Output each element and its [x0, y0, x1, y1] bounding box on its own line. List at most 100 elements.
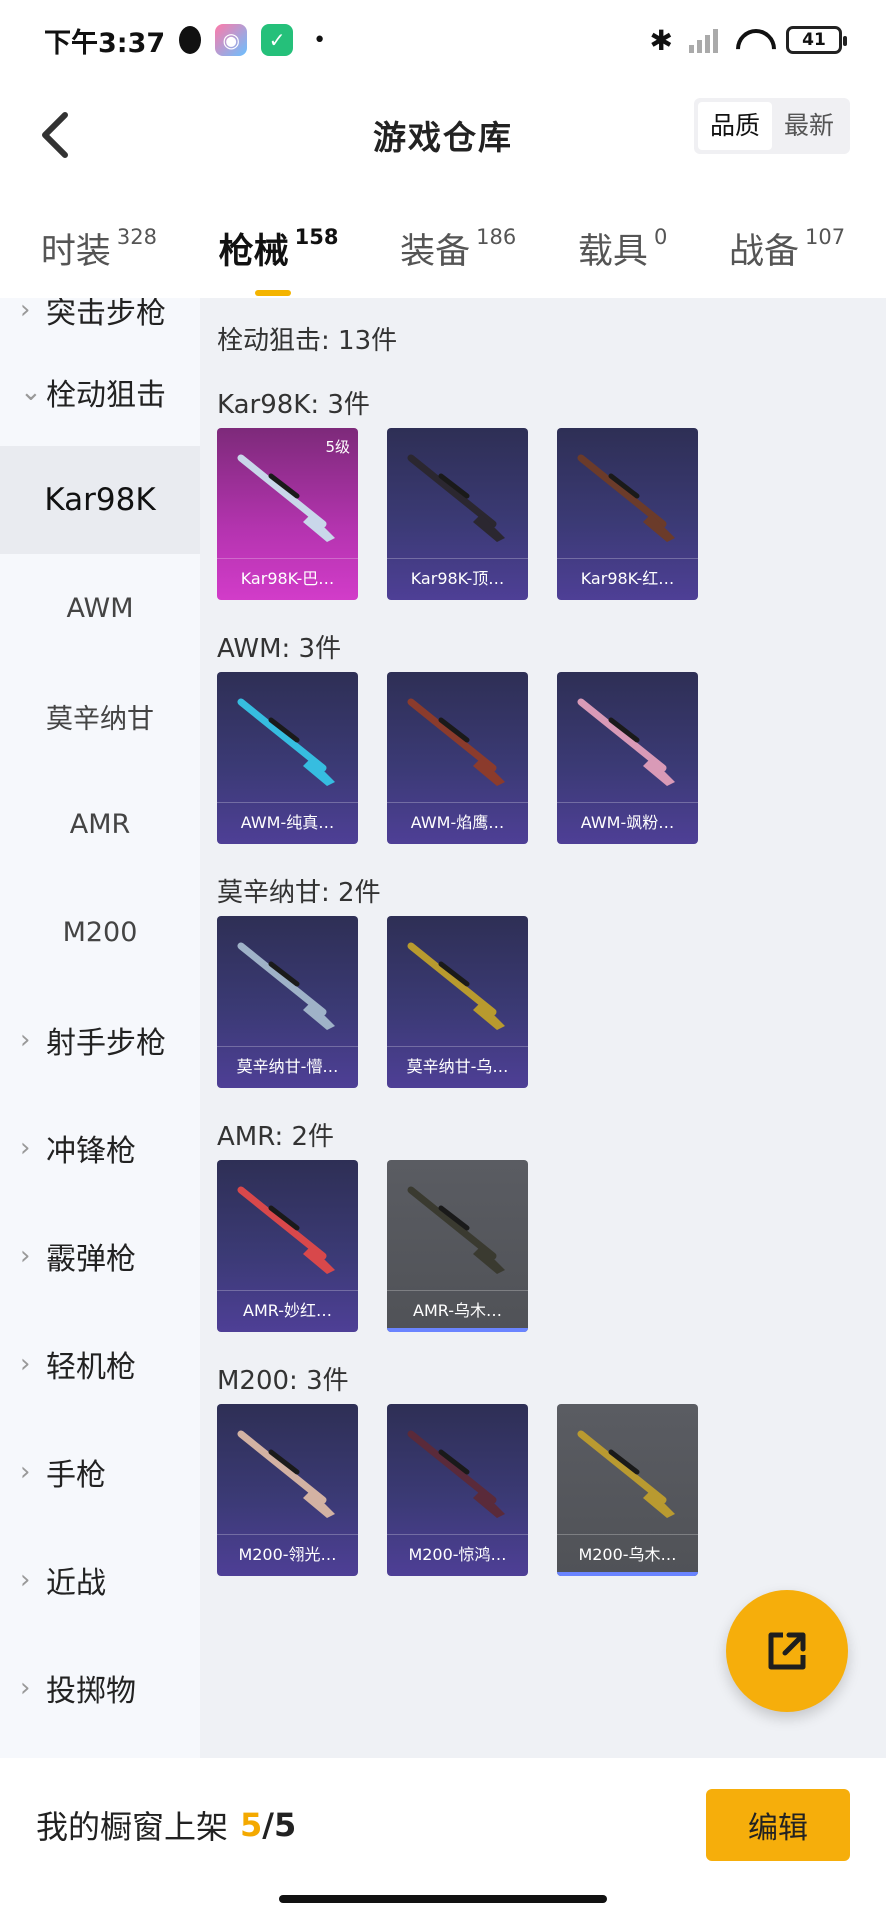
item-card[interactable]: AWM-焰鹰… [387, 672, 528, 844]
item-grid: AWM-纯真… AWM-焰鹰… AWM-飒粉… [217, 672, 886, 844]
item-grid: 5级 Kar98K-巴… Kar98K-顶… Kar98K-红… [217, 428, 886, 600]
tab-count: 186 [476, 224, 517, 249]
sidebar-subitem-mosin[interactable]: 莫辛纳甘 [0, 662, 200, 770]
sidebar-item-label: 轻机枪 [46, 1350, 136, 1385]
quality-bar [387, 1328, 528, 1332]
item-card[interactable]: AMR-妙红… [217, 1160, 358, 1332]
item-card[interactable]: M200-翎光… [217, 1404, 358, 1576]
item-grid-area[interactable]: 栓动狙击: 13件 Kar98K: 3件 5级 Kar98K-巴… Kar98K-顶…… [200, 298, 886, 1758]
tab-label: 装备 [400, 231, 471, 272]
item-name: 莫辛纳甘-乌… [387, 1046, 528, 1088]
tab-fashion[interactable]: 时装 328 [41, 223, 157, 274]
rifle-icon [577, 454, 675, 542]
chevron-left-icon [42, 112, 68, 158]
showcase-bar: 我的橱窗上架 5/5 编辑 [0, 1758, 886, 1892]
showcase-total: /5 [262, 1806, 297, 1844]
sidebar-item-label: 冲锋枪 [46, 1134, 136, 1169]
notification-dot-icon: • [313, 27, 327, 53]
item-name: Kar98K-红… [557, 558, 698, 600]
item-card[interactable]: M200-乌木… [557, 1404, 698, 1576]
sidebar-item-assault-rifle[interactable]: › 突击步枪 [0, 298, 200, 338]
weapon-type-sidebar: › 突击步枪 ⌄ 栓动狙击 Kar98K AWM 莫辛纳甘 AMR M200 ›… [0, 298, 200, 1758]
tab-label: 时装 [40, 231, 111, 272]
item-name: Kar98K-巴… [217, 558, 358, 600]
chevron-right-icon: › [20, 1241, 31, 1271]
group-title: M200: 3件 [217, 1366, 349, 1396]
item-name: M200-惊鸿… [387, 1534, 528, 1576]
tab-count: 107 [805, 224, 846, 249]
sidebar-item-melee[interactable]: › 近战 [0, 1526, 200, 1634]
back-button[interactable] [20, 100, 90, 170]
bluetooth-icon: ✱ [649, 23, 673, 57]
showcase-label: 我的橱窗上架 [36, 1808, 229, 1846]
tab-equipment[interactable]: 装备 186 [400, 223, 516, 274]
active-tab-indicator [254, 289, 291, 296]
tab-label: 战备 [728, 231, 799, 272]
sidebar-item-lmg[interactable]: › 轻机枪 [0, 1310, 200, 1418]
sidebar-item-bolt-sniper[interactable]: ⌄ 栓动狙击 [0, 338, 200, 446]
rifle-icon [407, 1430, 505, 1518]
sidebar-item-pistol[interactable]: › 手枪 [0, 1418, 200, 1526]
item-card[interactable]: Kar98K-顶… [387, 428, 528, 600]
rifle-icon [237, 1430, 335, 1518]
item-grid: AMR-妙红… AMR-乌木… [217, 1160, 886, 1332]
sort-toggle: 品质 最新 [693, 98, 850, 154]
item-groups: Kar98K: 3件 5级 Kar98K-巴… Kar98K-顶… Kar98K-红… A… [217, 384, 886, 1576]
sidebar-subitem-amr[interactable]: AMR [0, 770, 200, 878]
item-name: 莫辛纳甘-懵… [217, 1046, 358, 1088]
item-name: M200-翎光… [217, 1534, 358, 1576]
item-grid: M200-翎光… M200-惊鸿… M200-乌木… [217, 1404, 886, 1576]
group-title: AWM: 3件 [217, 634, 342, 664]
item-card[interactable]: 5级 Kar98K-巴… [217, 428, 358, 600]
chevron-right-icon: › [20, 1349, 31, 1379]
category-tabs: 时装 328 枪械 158 装备 186 载具 0 战备 107 [0, 200, 886, 296]
tab-supplies[interactable]: 战备 107 [729, 223, 845, 274]
sort-latest-button[interactable]: 最新 [772, 102, 846, 150]
tab-vehicles[interactable]: 载具 0 [578, 223, 667, 274]
tab-firearms[interactable]: 枪械 158 [218, 223, 338, 296]
sidebar-item-throwable[interactable]: › 投掷物 [0, 1634, 200, 1742]
chevron-right-icon: › [20, 1457, 31, 1487]
edit-button[interactable]: 编辑 [706, 1789, 850, 1861]
item-card[interactable]: 莫辛纳甘-乌… [387, 916, 528, 1088]
quality-bar [557, 1572, 698, 1576]
sidebar-subitem-m200[interactable]: M200 [0, 878, 200, 986]
item-card[interactable]: AWM-飒粉… [557, 672, 698, 844]
item-name: AWM-飒粉… [557, 802, 698, 844]
tab-label: 枪械 [218, 231, 289, 272]
rifle-icon [237, 1186, 335, 1274]
app-header: 游戏仓库 品质 最新 [0, 80, 886, 190]
showcase-count: 5/5 [240, 1806, 296, 1844]
chevron-right-icon: › [20, 1133, 31, 1163]
item-card[interactable]: AMR-乌木… [387, 1160, 528, 1332]
category-count-header: 栓动狙击: 13件 [217, 326, 398, 356]
rifle-icon [237, 942, 335, 1030]
item-name: AMR-妙红… [217, 1290, 358, 1332]
sidebar-item-label: 突击步枪 [46, 298, 166, 331]
sidebar-item-shotgun[interactable]: › 霰弹枪 [0, 1202, 200, 1310]
item-card[interactable]: AWM-纯真… [217, 672, 358, 844]
sidebar-item-label: 栓动狙击 [46, 378, 166, 413]
sort-quality-button[interactable]: 品质 [697, 102, 772, 150]
item-card[interactable]: M200-惊鸿… [387, 1404, 528, 1576]
rifle-icon [237, 454, 335, 542]
item-grid: 莫辛纳甘-懵… 莫辛纳甘-乌… [217, 916, 886, 1088]
sidebar-subitem-kar98k[interactable]: Kar98K [0, 446, 200, 554]
chevron-right-icon: › [20, 1025, 31, 1055]
status-time: 下午3:37 [44, 27, 166, 59]
sidebar-item-smg[interactable]: › 冲锋枪 [0, 1094, 200, 1202]
showcase-current: 5 [240, 1806, 263, 1844]
rifle-icon [237, 698, 335, 786]
sidebar-item-dmr[interactable]: › 射手步枪 [0, 986, 200, 1094]
item-name: M200-乌木… [557, 1534, 698, 1576]
rifle-icon [407, 942, 505, 1030]
item-card[interactable]: 莫辛纳甘-懵… [217, 916, 358, 1088]
chevron-icon: › [20, 298, 31, 325]
tab-label: 载具 [577, 231, 648, 272]
page-title: 游戏仓库 [373, 118, 513, 157]
item-card[interactable]: Kar98K-红… [557, 428, 698, 600]
sidebar-item-label: 霰弹枪 [46, 1242, 136, 1277]
wifi-icon [734, 27, 770, 53]
sidebar-subitem-awm[interactable]: AWM [0, 554, 200, 662]
share-button[interactable] [726, 1590, 848, 1712]
